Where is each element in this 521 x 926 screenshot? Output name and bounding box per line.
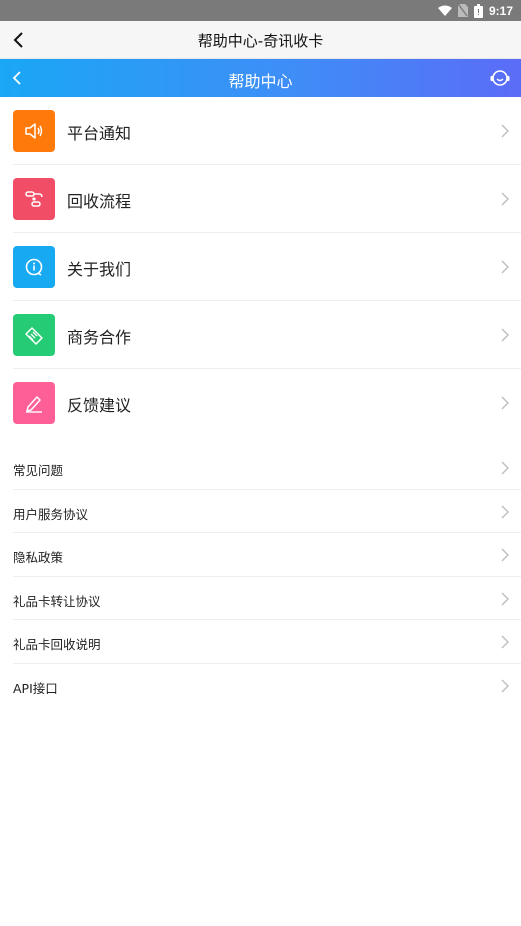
chevron-right-icon (501, 396, 509, 410)
link-label: 礼品卡回收说明 (13, 637, 101, 652)
link-label: 常见问题 (13, 463, 64, 478)
link-label: API接口 (13, 680, 58, 696)
menu-item-business-cooperation[interactable]: 商务合作 (0, 301, 521, 369)
pen-icon (13, 382, 55, 424)
status-time: 9:17 (488, 3, 513, 18)
link-api[interactable]: API接口 (0, 664, 521, 708)
wifi-icon (437, 5, 452, 16)
link-user-agreement[interactable]: 用户服务协议 (0, 490, 521, 533)
chevron-right-icon (501, 192, 509, 206)
link-faq[interactable]: 常见问题 (0, 446, 521, 490)
handshake-icon (13, 314, 55, 356)
menu-item-label: 平台通知 (67, 124, 132, 143)
help-links: 常见问题 用户服务协议 隐私政策 礼品卡转让协议 礼品卡回收说明 API接口 (0, 446, 521, 707)
status-bar: ! 9:17 (0, 0, 521, 21)
chevron-right-icon (501, 328, 509, 342)
svg-text:!: ! (477, 8, 480, 17)
menu-item-label: 商务合作 (67, 328, 132, 347)
app-bar-title: 帮助中心-奇讯收卡 (197, 32, 324, 50)
chevron-right-icon (501, 679, 509, 692)
chevron-right-icon (501, 461, 509, 475)
help-center-header: 帮助中心 (0, 59, 521, 97)
chevron-right-icon (501, 635, 509, 649)
chevron-right-icon (501, 260, 509, 274)
customer-service-icon[interactable] (489, 67, 511, 89)
menu-item-platform-notice[interactable]: 平台通知 (0, 97, 521, 165)
menu-item-label: 关于我们 (67, 260, 132, 279)
chevron-right-icon (501, 592, 509, 605)
chevron-right-icon (501, 548, 509, 562)
menu-item-label: 回收流程 (67, 192, 132, 211)
link-label: 用户服务协议 (13, 506, 89, 522)
link-label: 礼品卡转让协议 (13, 593, 101, 609)
menu-item-feedback[interactable]: 反馈建议 (0, 369, 521, 437)
link-label: 隐私政策 (13, 550, 64, 565)
speaker-icon (13, 110, 55, 152)
menu-item-about-us[interactable]: 关于我们 (0, 233, 521, 301)
page-title: 帮助中心 (228, 72, 293, 91)
app-bar: 帮助中心-奇讯收卡 (0, 21, 521, 59)
status-icons: ! 9:17 (437, 2, 513, 19)
help-menu: 平台通知 回收流程 关于我们 商务合作 反馈建议 (0, 97, 521, 437)
chevron-right-icon (501, 505, 509, 518)
chevron-right-icon (501, 124, 509, 138)
flow-icon (13, 178, 55, 220)
no-sim-icon (457, 4, 468, 17)
link-privacy-policy[interactable]: 隐私政策 (0, 533, 521, 577)
link-gift-card-transfer-agreement[interactable]: 礼品卡转让协议 (0, 577, 521, 620)
info-chat-icon (13, 246, 55, 288)
menu-item-label: 反馈建议 (67, 396, 132, 415)
link-gift-card-recycle-info[interactable]: 礼品卡回收说明 (0, 620, 521, 664)
battery-icon: ! (473, 3, 483, 18)
menu-item-recycle-process[interactable]: 回收流程 (0, 165, 521, 233)
